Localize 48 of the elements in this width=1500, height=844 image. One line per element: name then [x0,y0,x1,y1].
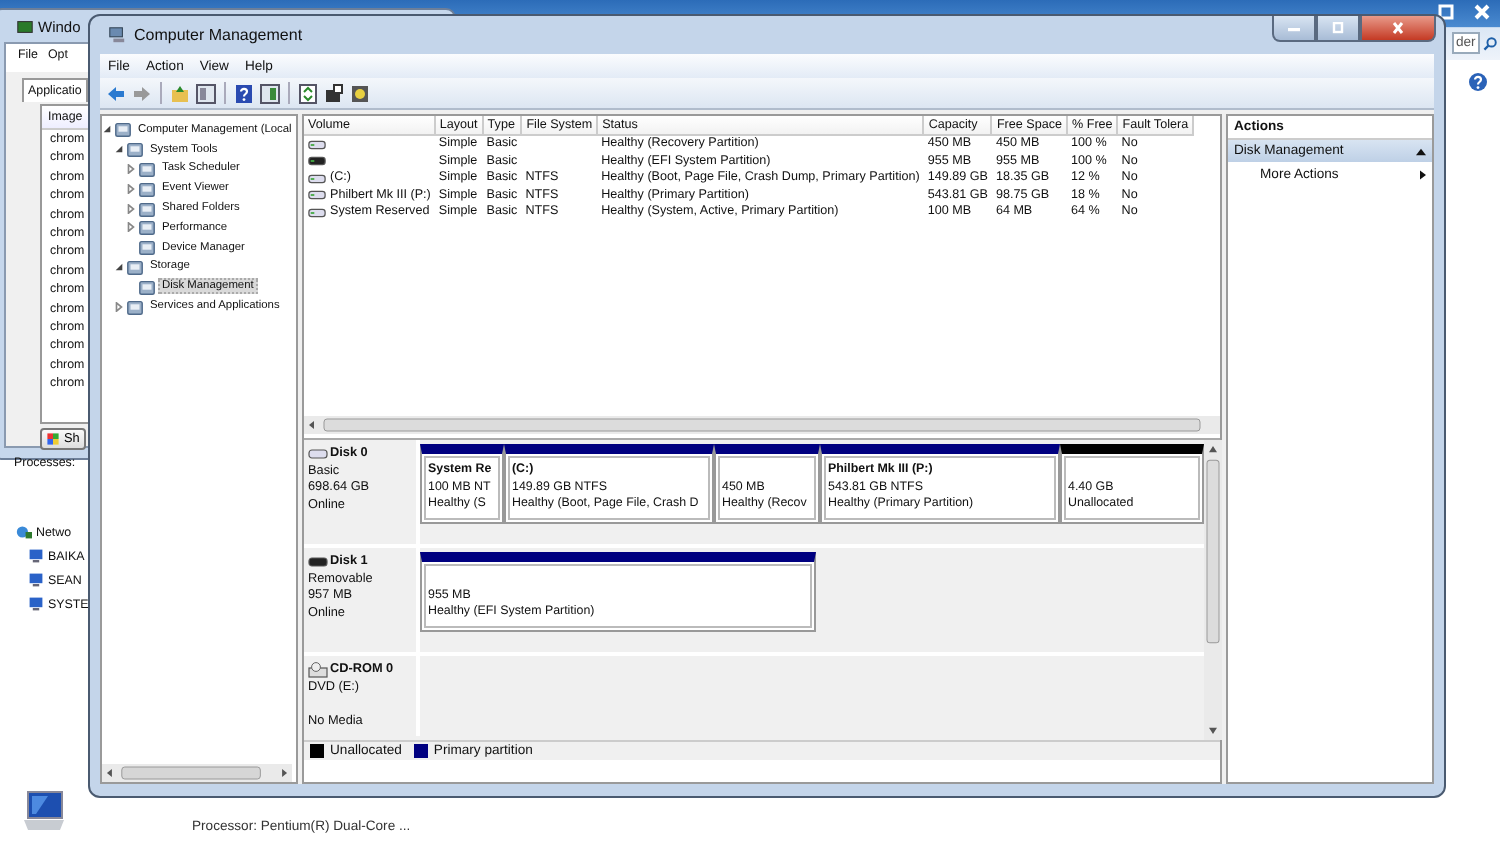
drive-icon [308,190,326,201]
computer-icon [28,548,44,564]
minimize-icon [1284,22,1304,34]
maximize-button[interactable] [1316,16,1360,42]
pane-icon[interactable] [196,83,216,103]
close-icon [1388,22,1408,34]
drive-icon [308,554,328,571]
collapse-arrow-icon[interactable] [114,144,124,155]
expand-arrow-icon[interactable] [126,222,136,233]
back-arrow-icon[interactable] [106,83,126,103]
horizontal-scrollbar[interactable] [102,764,292,782]
collapse-arrow-icon[interactable] [114,261,124,272]
help-icon[interactable] [234,83,254,103]
folder-up-icon[interactable] [170,83,190,103]
expand-arrow-icon[interactable] [126,183,136,194]
drive-icon [308,173,326,184]
cd-drive-icon [308,662,328,679]
help-icon[interactable] [1468,72,1488,92]
expand-arrow-icon[interactable] [126,203,136,214]
computer-icon [20,790,68,834]
pane-icon[interactable] [260,83,280,103]
window-title: Computer Management [134,26,303,44]
submenu-arrow-icon [1420,170,1426,180]
forward-arrow-icon[interactable] [132,83,152,103]
expand-arrow-icon[interactable] [126,163,136,174]
drive-icon [308,156,326,167]
disk-icon[interactable] [350,83,370,103]
computer-icon [28,596,44,612]
close-button[interactable] [1360,16,1436,42]
maximize-icon [1328,22,1348,34]
minimize-button[interactable] [1272,16,1316,42]
vertical-scrollbar[interactable] [1204,440,1222,740]
windows-logo-icon [46,432,60,446]
refresh-icon[interactable] [298,83,318,103]
computer-icon [28,572,44,588]
expand-arrow-icon[interactable] [114,301,124,312]
drive-icon [308,446,328,463]
computer-management-icon [108,26,126,44]
collapse-arrow-icon[interactable] [102,124,112,135]
horizontal-scrollbar[interactable] [304,416,1220,434]
app-icon [16,17,34,35]
drive-icon [308,139,326,150]
collapse-arrow-icon [1416,147,1426,155]
search-icon [1482,35,1498,51]
drive-icon [308,207,326,218]
network-icon [16,524,32,540]
close-icon[interactable] [1472,2,1492,22]
restore-icon[interactable] [1436,2,1456,22]
